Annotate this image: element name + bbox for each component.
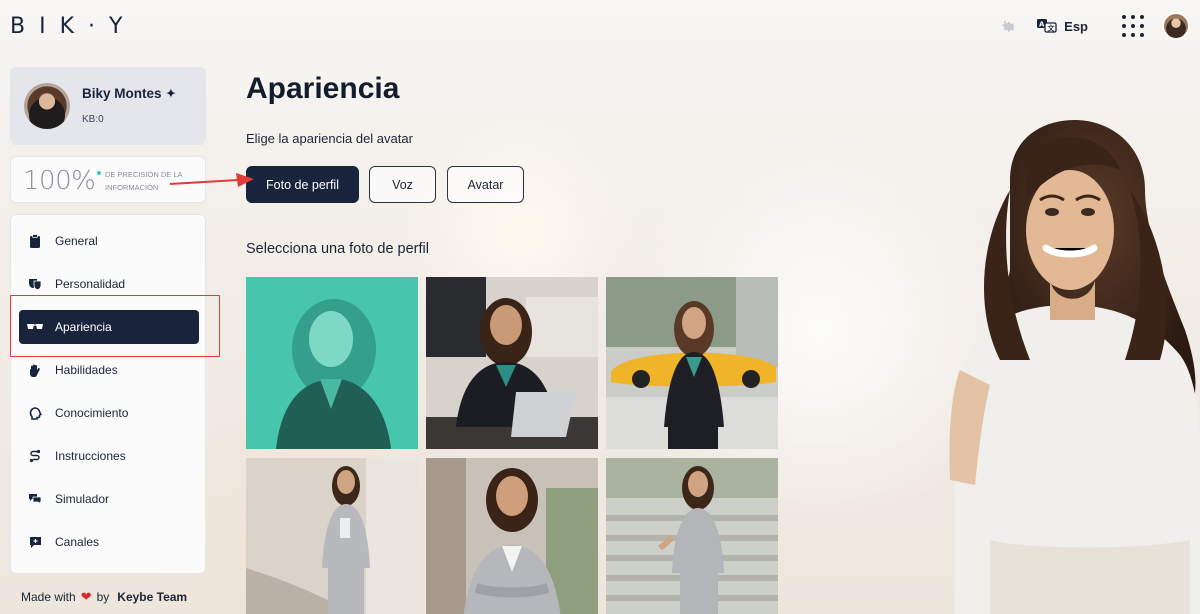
sidebar-item-label: Canales	[55, 535, 100, 549]
profile-photo-option-1[interactable]	[246, 277, 418, 449]
sidebar-nav: General Personalidad Apariencia Habilida…	[10, 214, 206, 574]
sidebar-item-apariencia[interactable]: Apariencia	[19, 310, 199, 344]
sidebar-item-label: Habilidades	[55, 363, 118, 377]
profile-kb: KB:0	[82, 114, 104, 125]
sidebar-item-general[interactable]: General	[19, 224, 199, 258]
profile-photo-option-2[interactable]	[426, 277, 598, 449]
logo[interactable]: BIK·Y	[10, 14, 136, 39]
precision-dot	[97, 171, 101, 175]
sidebar-item-label: Conocimiento	[55, 406, 129, 420]
sidebar-item-label: Personalidad	[55, 277, 126, 291]
sidebar-item-instrucciones[interactable]: Instrucciones	[19, 439, 199, 473]
tab-foto-de-perfil[interactable]: Foto de perfil	[246, 166, 359, 203]
footer-credit: Made with ❤ by Keybe Team	[21, 589, 187, 605]
clipboard-icon	[27, 233, 43, 249]
glasses-icon	[27, 319, 43, 335]
hand-icon	[27, 362, 43, 378]
heart-icon: ❤	[80, 589, 92, 604]
brain-icon	[27, 405, 43, 421]
profile-avatar	[24, 83, 70, 129]
sidebar-item-canales[interactable]: Canales	[19, 525, 199, 559]
sidebar-item-label: Simulador	[55, 492, 110, 506]
sidebar-item-label: Instrucciones	[55, 449, 126, 463]
sidebar-item-label: General	[55, 234, 98, 248]
sidebar-item-label: Apariencia	[55, 320, 112, 334]
section-title: Selecciona una foto de perfil	[246, 241, 429, 257]
route-icon	[27, 448, 43, 464]
profile-photo-option-6[interactable]	[606, 458, 778, 614]
profile-photo-option-3[interactable]	[606, 277, 778, 449]
chat-channel-icon	[27, 534, 43, 550]
avatar-hero-image	[949, 120, 1200, 614]
sidebar-item-personalidad[interactable]: Personalidad	[19, 267, 199, 301]
page-title: Apariencia	[246, 72, 400, 105]
sidebar-item-conocimiento[interactable]: Conocimiento	[19, 396, 199, 430]
footer-team: Keybe Team	[117, 590, 188, 604]
annotation-arrow	[169, 173, 254, 187]
gear-icon[interactable]	[998, 16, 1018, 36]
precision-value: 100%	[23, 166, 96, 196]
tab-voz[interactable]: Voz	[369, 166, 436, 203]
apps-grid-icon[interactable]	[1122, 15, 1144, 37]
header-actions: A 文 Esp	[998, 12, 1190, 40]
svg-text:文: 文	[1048, 24, 1056, 33]
sidebar-item-habilidades[interactable]: Habilidades	[19, 353, 199, 387]
user-avatar[interactable]	[1162, 12, 1190, 40]
profile-photo-option-4[interactable]	[246, 458, 418, 614]
profile-name: Biky Montes ✦	[82, 86, 177, 101]
tab-avatar[interactable]: Avatar	[447, 166, 524, 203]
page-subtitle: Elige la apariencia del avatar	[246, 131, 413, 146]
profile-card: Biky Montes ✦ KB:0	[10, 67, 206, 145]
language-label: Esp	[1064, 18, 1088, 34]
sidebar-item-simulador[interactable]: Simulador	[19, 482, 199, 516]
profile-photo-option-5[interactable]	[426, 458, 598, 614]
translate-icon: A 文	[1037, 19, 1057, 33]
language-selector[interactable]: A 文 Esp	[1036, 18, 1088, 34]
footer-by: by	[96, 590, 110, 604]
masks-icon	[27, 276, 43, 292]
chat-bubbles-icon	[27, 491, 43, 507]
footer-made-with: Made with	[21, 590, 76, 604]
svg-text:A: A	[1039, 21, 1045, 29]
